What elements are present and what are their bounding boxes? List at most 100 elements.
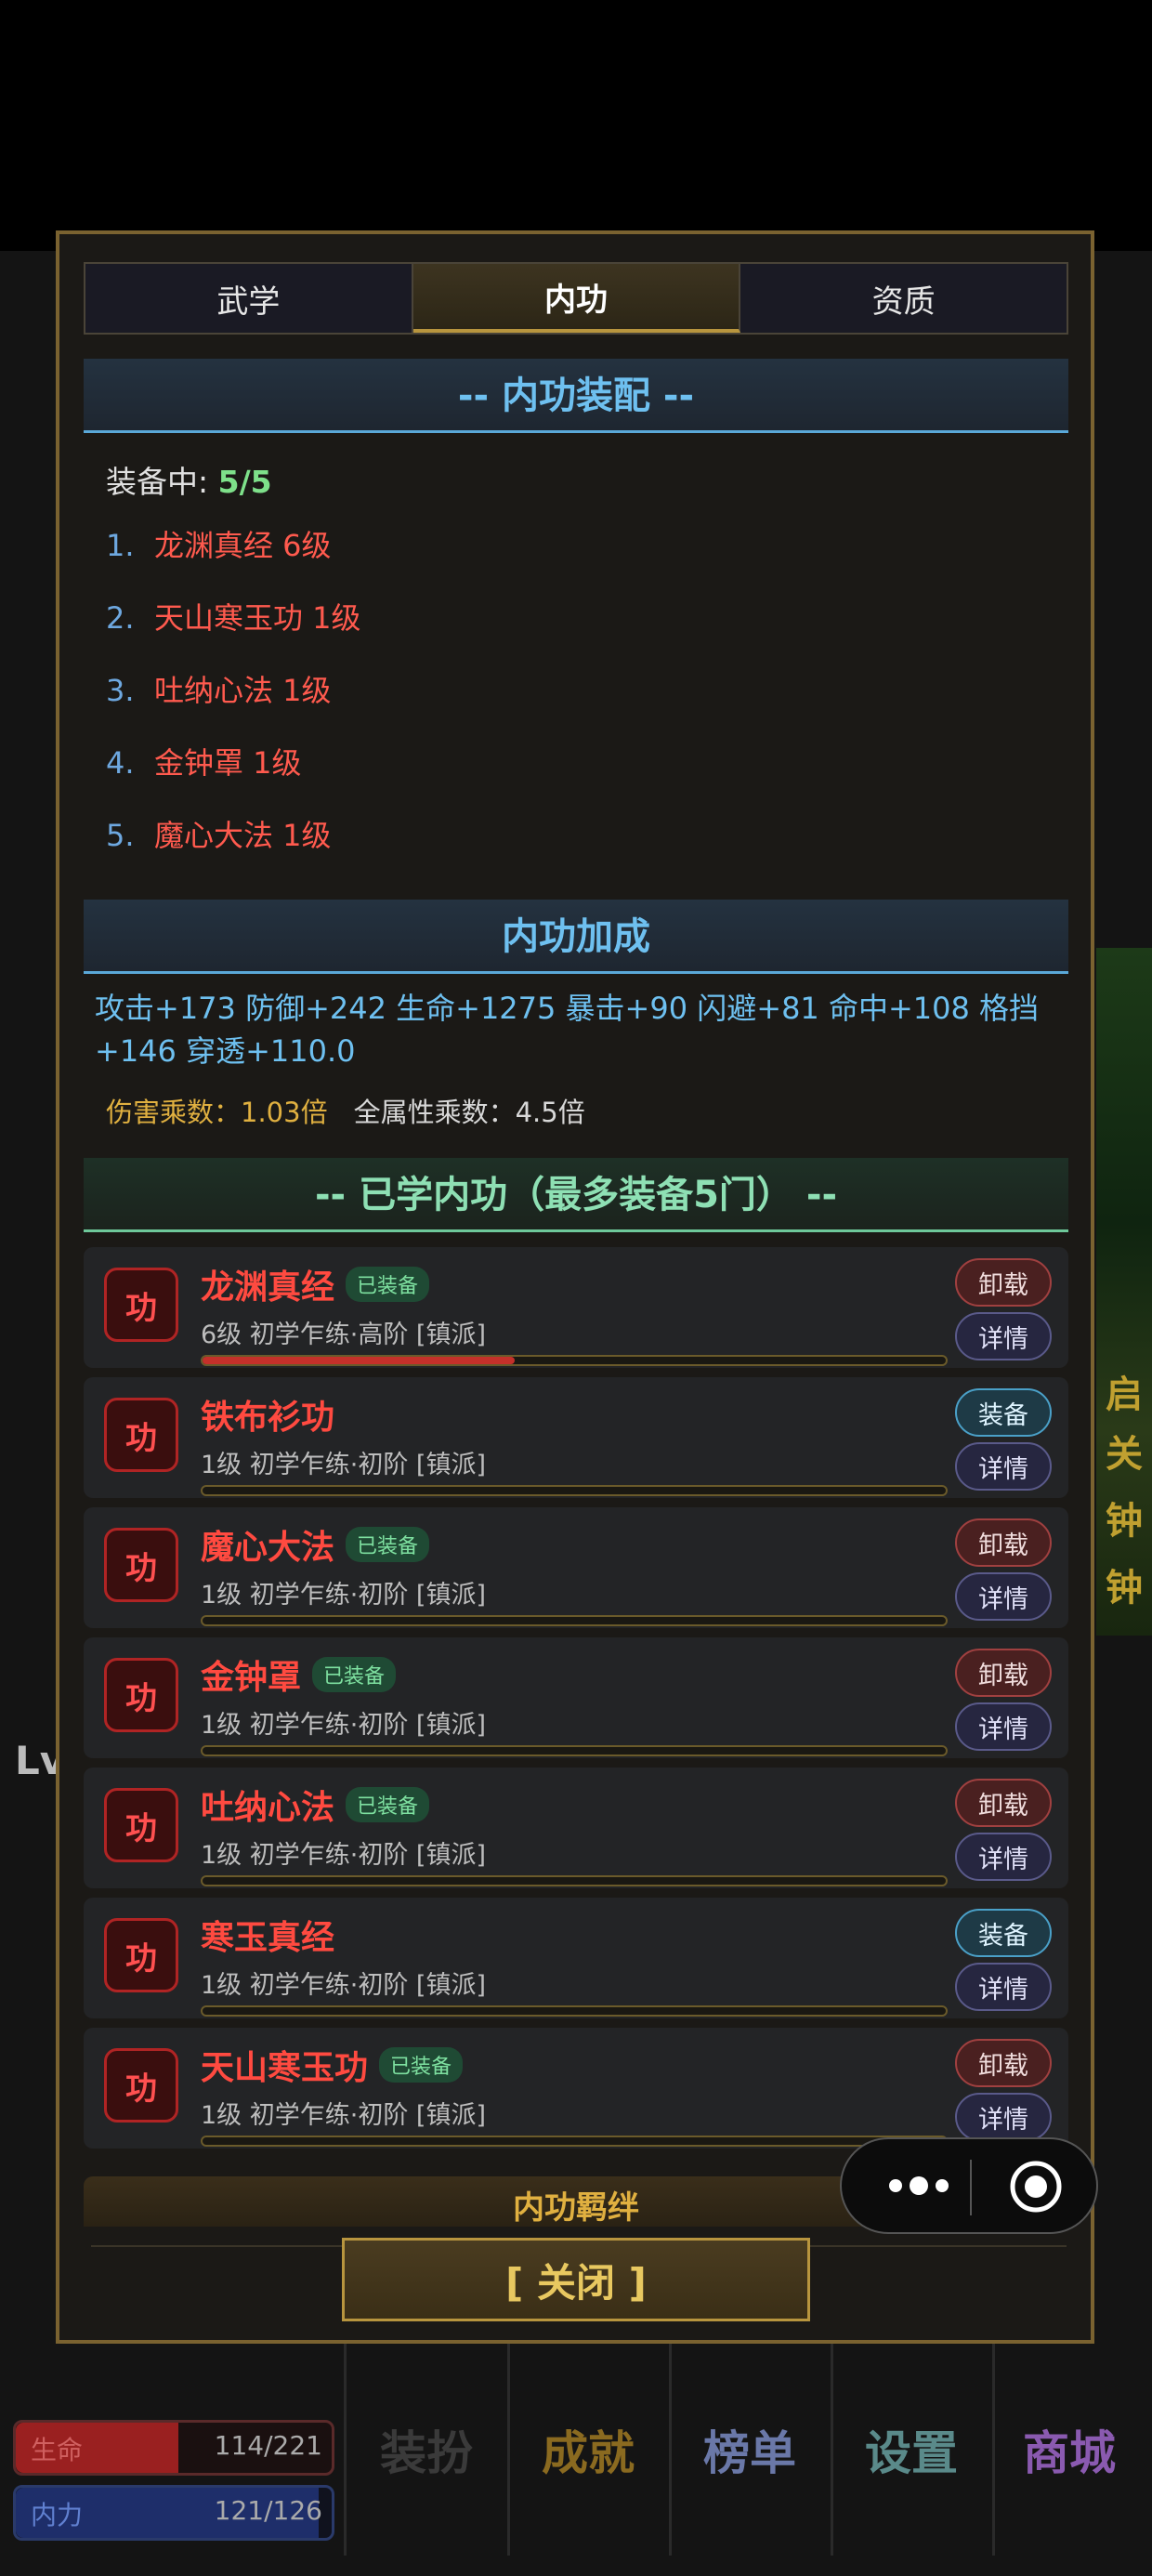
- skill-name: 吐纳心法: [201, 1789, 335, 1827]
- detail-button[interactable]: 详情: [955, 1702, 1052, 1751]
- background-side-text: 钟: [1106, 1500, 1143, 1543]
- unload-button[interactable]: 卸载: [955, 2039, 1052, 2087]
- detail-button[interactable]: 详情: [955, 1312, 1052, 1360]
- skill-row: 功金钟罩 已装备 1级 初学乍练·初阶 [镇派] 卸载 详情: [84, 1637, 1068, 1758]
- skill-progress-bar: [201, 1355, 948, 1366]
- bottom-nav-shop[interactable]: 商城: [990, 2416, 1148, 2483]
- skill-name: 天山寒玉功: [201, 2049, 369, 2087]
- attribute-multiplier: 全属性乘数：4.5倍: [353, 1097, 585, 1128]
- skill-progress-fill: [203, 1357, 515, 1364]
- skill-name: 铁布衫功: [201, 1399, 335, 1437]
- detail-button[interactable]: 详情: [955, 1963, 1052, 2011]
- mp-value: 121/126: [214, 2495, 322, 2526]
- skill-meta: 6级 初学乍练·高阶 [镇派]: [201, 1321, 486, 1349]
- equipped-item-name: 吐纳心法 1级: [154, 673, 332, 708]
- miniprogram-capsule: [840, 2137, 1098, 2234]
- skill-name: 寒玉真经: [201, 1919, 335, 1957]
- equipped-badge: 已装备: [346, 1267, 430, 1302]
- capsule-separator: [970, 2160, 972, 2215]
- mp-bar: 内力 121/126: [13, 2485, 334, 2541]
- skill-name-wrap: 龙渊真经 已装备: [201, 1260, 430, 1308]
- unload-button[interactable]: 卸载: [955, 1518, 1052, 1567]
- equip-count-label: 装备中:: [106, 464, 218, 500]
- multipliers: 伤害乘数：1.03倍 全属性乘数：4.5倍: [106, 1091, 585, 1130]
- tab-martial-arts[interactable]: 武学: [85, 264, 413, 333]
- equipped-item: 2. 天山寒玉功 1级: [106, 600, 361, 677]
- equipped-item-number: 1.: [106, 528, 135, 563]
- equipped-item-name: 天山寒玉功 1级: [154, 600, 361, 636]
- background-side-text: 关: [1106, 1433, 1143, 1476]
- learned-skill-list: 功龙渊真经 已装备 6级 初学乍练·高阶 [镇派] 卸载 详情功铁布衫功 1级 初学乍练·…: [84, 1247, 1068, 2158]
- skill-progress-bar: [201, 1615, 948, 1626]
- skill-progress-bar: [201, 2005, 948, 2017]
- bottom-nav-outfit[interactable]: 装扮: [347, 2416, 505, 2483]
- skill-icon: 功: [104, 1918, 178, 1992]
- skill-icon: 功: [104, 2048, 178, 2123]
- unload-button[interactable]: 卸载: [955, 1649, 1052, 1697]
- bottom-nav-settings[interactable]: 设置: [832, 2416, 990, 2483]
- skill-icon: 功: [104, 1268, 178, 1342]
- skill-name-wrap: 天山寒玉功 已装备: [201, 2041, 464, 2089]
- skill-progress-bar: [201, 1875, 948, 1886]
- skill-meta: 1级 初学乍练·初阶 [镇派]: [201, 1841, 486, 1870]
- equipped-item-name: 龙渊真经 6级: [154, 528, 332, 563]
- skill-meta: 1级 初学乍练·初阶 [镇派]: [201, 1711, 486, 1740]
- mp-label: 内力: [31, 2500, 84, 2530]
- skill-progress-bar: [201, 1485, 948, 1496]
- equip-button[interactable]: 装备: [955, 1388, 1052, 1437]
- unload-button[interactable]: 卸载: [955, 1779, 1052, 1827]
- skill-meta: 1级 初学乍练·初阶 [镇派]: [201, 1971, 486, 2000]
- equipped-item: 1. 龙渊真经 6级: [106, 528, 361, 604]
- equipped-item: 5. 魔心大法 1级: [106, 821, 361, 894]
- detail-button[interactable]: 详情: [955, 1572, 1052, 1621]
- detail-button[interactable]: 详情: [955, 1442, 1052, 1491]
- hp-bar: 生命 114/221: [13, 2420, 334, 2476]
- detail-button[interactable]: 详情: [955, 1833, 1052, 1881]
- tab-aptitude[interactable]: 资质: [740, 264, 1067, 333]
- skill-meta: 1级 初学乍练·初阶 [镇派]: [201, 2101, 486, 2130]
- equipped-item-name: 魔心大法 1级: [154, 818, 332, 853]
- skill-name: 金钟罩: [201, 1659, 302, 1697]
- skill-row: 功铁布衫功 1级 初学乍练·初阶 [镇派] 装备详情: [84, 1377, 1068, 1498]
- skill-icon: 功: [104, 1788, 178, 1862]
- equipped-badge: 已装备: [346, 1527, 430, 1562]
- hp-label: 生命: [31, 2435, 84, 2465]
- skill-icon: 功: [104, 1398, 178, 1472]
- damage-multiplier: 伤害乘数：1.03倍: [106, 1097, 328, 1128]
- skill-name: 龙渊真经: [201, 1268, 335, 1307]
- skill-row: 功龙渊真经 已装备 6级 初学乍练·高阶 [镇派] 卸载详情: [84, 1247, 1068, 1368]
- skill-meta: 1级 初学乍练·初阶 [镇派]: [201, 1451, 486, 1479]
- skill-name-wrap: 金钟罩 已装备: [201, 1650, 397, 1699]
- equipped-item-number: 4.: [106, 745, 135, 781]
- bottom-nav-rankings[interactable]: 榜单: [671, 2416, 829, 2483]
- skill-row: 功魔心大法 已装备 1级 初学乍练·初阶 [镇派] 卸载 详情: [84, 1507, 1068, 1628]
- skill-name-wrap: 铁布衫功: [201, 1390, 334, 1439]
- bottom-nav-achievements[interactable]: 成就: [509, 2416, 667, 2483]
- equipped-list: 1. 龙渊真经 6级 2. 天山寒玉功 1级 3. 吐纳心法 1级 4. 金钟罩 1级 …: [106, 528, 361, 894]
- background-side-text: 启: [1106, 1373, 1143, 1416]
- skill-name-wrap: 魔心大法 已装备: [201, 1520, 430, 1569]
- skill-meta: 1级 初学乍练·初阶 [镇派]: [201, 1581, 486, 1610]
- equipped-item: 4. 金钟罩 1级: [106, 745, 361, 821]
- equipped-item-number: 3.: [106, 673, 135, 708]
- close-miniprogram-icon[interactable]: [1009, 2160, 1063, 2214]
- background-side-text: 钟: [1106, 1567, 1143, 1610]
- skill-row: 功吐纳心法 已装备 1级 初学乍练·初阶 [镇派] 卸载详情: [84, 1768, 1068, 1888]
- tab-inner-power[interactable]: 内功: [412, 264, 741, 333]
- equipped-item-number: 2.: [106, 600, 135, 636]
- unload-button[interactable]: 卸载: [955, 1258, 1052, 1307]
- equipped-item-name: 金钟罩 1级: [154, 745, 302, 781]
- detail-button[interactable]: 详情: [955, 2093, 1052, 2141]
- skill-name-wrap: 吐纳心法 已装备: [201, 1781, 430, 1829]
- skill-name: 魔心大法: [201, 1529, 335, 1567]
- equipped-badge: 已装备: [379, 2047, 464, 2083]
- equip-button[interactable]: 装备: [955, 1909, 1052, 1957]
- more-options-icon[interactable]: [877, 2160, 961, 2212]
- hp-value: 114/221: [214, 2430, 322, 2461]
- equip-count-value: 5/5: [217, 464, 272, 500]
- skill-name-wrap: 寒玉真经: [201, 1911, 334, 1959]
- close-button[interactable]: [ 关闭 ]: [342, 2238, 810, 2321]
- skill-row: 功寒玉真经 1级 初学乍练·初阶 [镇派] 装备详情: [84, 1898, 1068, 2018]
- equip-section-header: -- 内功装配 --: [84, 359, 1068, 433]
- neigong-dialog: 武学 内功 资质 -- 内功装配 -- 装备中: 5/5 1. 龙渊真经 6级 2…: [56, 230, 1094, 2344]
